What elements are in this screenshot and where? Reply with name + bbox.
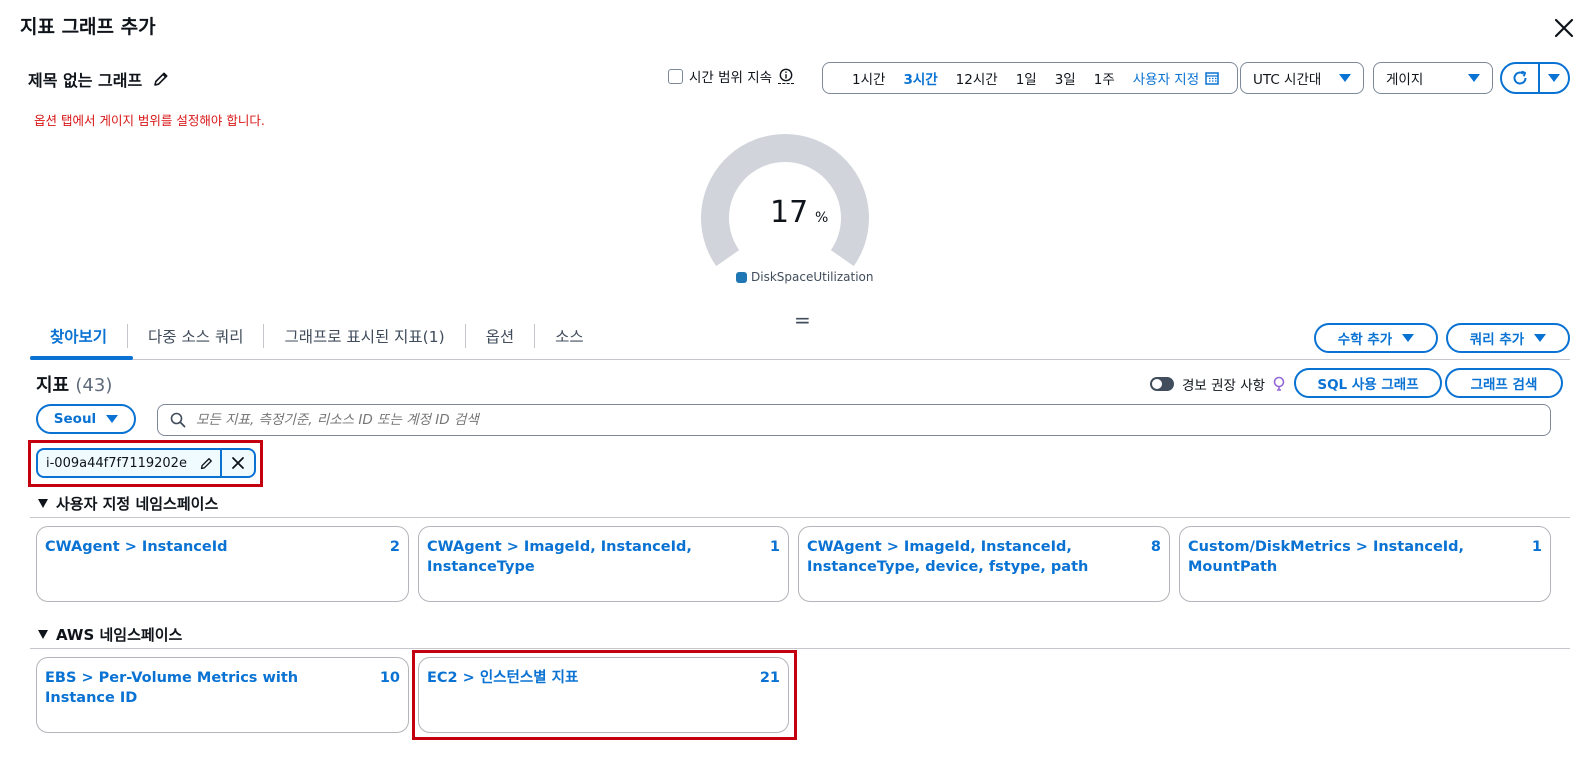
range-1w[interactable]: 1주 xyxy=(1085,68,1124,88)
aws-namespaces-label: AWS 네임스페이스 xyxy=(56,626,183,644)
caret-down-icon xyxy=(38,499,48,508)
edit-icon[interactable] xyxy=(199,456,214,471)
range-1d[interactable]: 1일 xyxy=(1007,68,1046,88)
chart-type-dropdown[interactable]: 게이지 xyxy=(1373,62,1493,94)
namespace-card-count: 1 xyxy=(1531,539,1542,555)
custom-namespaces-label: 사용자 지정 네임스페이스 xyxy=(56,495,219,513)
lightbulb-icon xyxy=(1273,376,1285,391)
active-tab-indicator xyxy=(30,356,133,360)
filter-token-value: i-009a44f7f7119202e xyxy=(46,455,187,471)
info-icon[interactable] xyxy=(778,68,795,84)
alarm-recommendations: 경보 권장 사항 xyxy=(1150,374,1285,394)
namespace-card-count: 8 xyxy=(1150,539,1161,555)
metric-search-input[interactable] xyxy=(196,412,1538,428)
namespace-card-count: 2 xyxy=(389,539,400,555)
graph-title-row: 제목 없는 그래프 xyxy=(28,67,170,91)
close-icon xyxy=(1554,18,1574,38)
metrics-count: (43) xyxy=(75,375,113,396)
chevron-down-icon xyxy=(1548,74,1560,82)
range-12h[interactable]: 12시간 xyxy=(947,68,1007,88)
gauge-unit: % xyxy=(815,210,829,226)
timezone-dropdown[interactable]: UTC 시간대 xyxy=(1240,62,1364,94)
add-math-label: 수학 추가 xyxy=(1337,332,1393,348)
legend-swatch xyxy=(736,271,747,283)
custom-namespaces-header[interactable]: 사용자 지정 네임스페이스 xyxy=(38,493,218,514)
close-icon xyxy=(232,457,244,469)
divider xyxy=(30,648,1570,649)
namespace-card[interactable]: Custom/DiskMetrics > InstanceId, MountPa… xyxy=(1179,526,1551,602)
namespace-card-title: CWAgent > InstanceId xyxy=(45,539,228,555)
region-selector[interactable]: Seoul xyxy=(36,404,136,434)
tab-source[interactable]: 소스 xyxy=(535,324,604,348)
chevron-down-icon xyxy=(1402,334,1415,342)
namespace-card-title: CWAgent > ImageId, InstanceId, InstanceT… xyxy=(427,539,692,575)
tab-graphed-metrics[interactable]: 그래프로 표시된 지표(1) xyxy=(264,323,466,348)
refresh-button-group xyxy=(1500,62,1570,94)
metrics-heading: 지표 (43) xyxy=(36,371,112,397)
add-query-label: 쿼리 추가 xyxy=(1469,332,1525,348)
gauge-value: 17 xyxy=(770,195,809,230)
refresh-interval-dropdown[interactable] xyxy=(1540,64,1568,92)
timezone-value: UTC 시간대 xyxy=(1253,72,1322,88)
gauge-chart xyxy=(701,134,869,267)
add-math-button[interactable]: 수학 추가 xyxy=(1314,323,1438,353)
time-range-selector: 1시간 3시간 12시간 1일 3일 1주 사용자 지정 xyxy=(822,62,1238,94)
search-icon xyxy=(170,412,186,428)
namespace-card[interactable]: EBS > Per-Volume Metrics with Instance I… xyxy=(36,657,409,733)
chevron-down-icon xyxy=(106,415,119,423)
chevron-down-icon xyxy=(1468,74,1480,82)
aws-namespaces-header[interactable]: AWS 네임스페이스 xyxy=(38,624,182,645)
tab-multi-source-query[interactable]: 다중 소스 쿼리 xyxy=(128,323,265,348)
range-custom[interactable]: 사용자 지정 xyxy=(1124,68,1219,88)
metrics-title: 지표 xyxy=(36,375,70,396)
graph-title: 제목 없는 그래프 xyxy=(28,71,143,90)
metric-search xyxy=(157,404,1551,436)
close-button[interactable] xyxy=(1550,14,1578,42)
refresh-button[interactable] xyxy=(1502,64,1540,92)
range-custom-label: 사용자 지정 xyxy=(1132,72,1200,88)
sql-graph-button[interactable]: SQL 사용 그래프 xyxy=(1294,368,1442,398)
legend-label: DiskSpaceUtilization xyxy=(751,270,874,284)
chart-type-value: 게이지 xyxy=(1386,72,1424,88)
namespace-card[interactable]: CWAgent > ImageId, InstanceId, InstanceT… xyxy=(798,526,1170,602)
region-value: Seoul xyxy=(53,411,97,427)
alarm-recommendations-toggle[interactable] xyxy=(1150,377,1174,391)
tab-browse[interactable]: 찾아보기 xyxy=(30,323,129,348)
refresh-icon xyxy=(1513,70,1527,85)
persist-time-range: 시간 범위 지속 xyxy=(668,66,795,86)
range-3d[interactable]: 3일 xyxy=(1046,68,1085,88)
namespace-card-count: 10 xyxy=(379,670,400,686)
alarm-recommendations-label: 경보 권장 사항 xyxy=(1182,378,1266,394)
remove-filter-button[interactable] xyxy=(220,450,254,476)
chevron-down-icon xyxy=(1534,334,1547,342)
chevron-down-icon xyxy=(1339,74,1351,82)
modal-title: 지표 그래프 추가 xyxy=(20,16,156,38)
namespace-card-title: CWAgent > ImageId, InstanceId, InstanceT… xyxy=(807,539,1089,575)
graph-search-button[interactable]: 그래프 검색 xyxy=(1445,368,1563,398)
persist-label: 시간 범위 지속 xyxy=(689,70,773,86)
tab-options[interactable]: 옵션 xyxy=(466,323,536,348)
range-1h[interactable]: 1시간 xyxy=(843,68,894,88)
namespace-card[interactable]: CWAgent > ImageId, InstanceId, InstanceT… xyxy=(418,526,789,602)
filter-token-value-area[interactable]: i-009a44f7f7119202e xyxy=(38,456,220,471)
gauge-range-warning: 옵션 탭에서 게이지 범위를 설정해야 합니다. xyxy=(34,113,265,128)
namespace-card-count: 1 xyxy=(769,539,780,555)
namespace-card-title: EBS > Per-Volume Metrics with Instance I… xyxy=(45,670,299,706)
caret-down-icon xyxy=(38,630,48,639)
range-3h[interactable]: 3시간 xyxy=(894,68,946,88)
add-query-button[interactable]: 쿼리 추가 xyxy=(1446,323,1570,353)
namespace-card[interactable]: CWAgent > InstanceId 2 xyxy=(36,526,409,602)
filter-token: i-009a44f7f7119202e xyxy=(36,448,256,478)
chart-legend: DiskSpaceUtilization xyxy=(736,270,873,284)
edit-title-icon[interactable] xyxy=(152,70,170,88)
highlight-box xyxy=(412,650,797,740)
divider xyxy=(30,517,1570,518)
calendar-icon xyxy=(1205,72,1219,85)
namespace-card-title: Custom/DiskMetrics > InstanceId, MountPa… xyxy=(1188,539,1465,575)
persist-checkbox[interactable] xyxy=(668,68,683,84)
